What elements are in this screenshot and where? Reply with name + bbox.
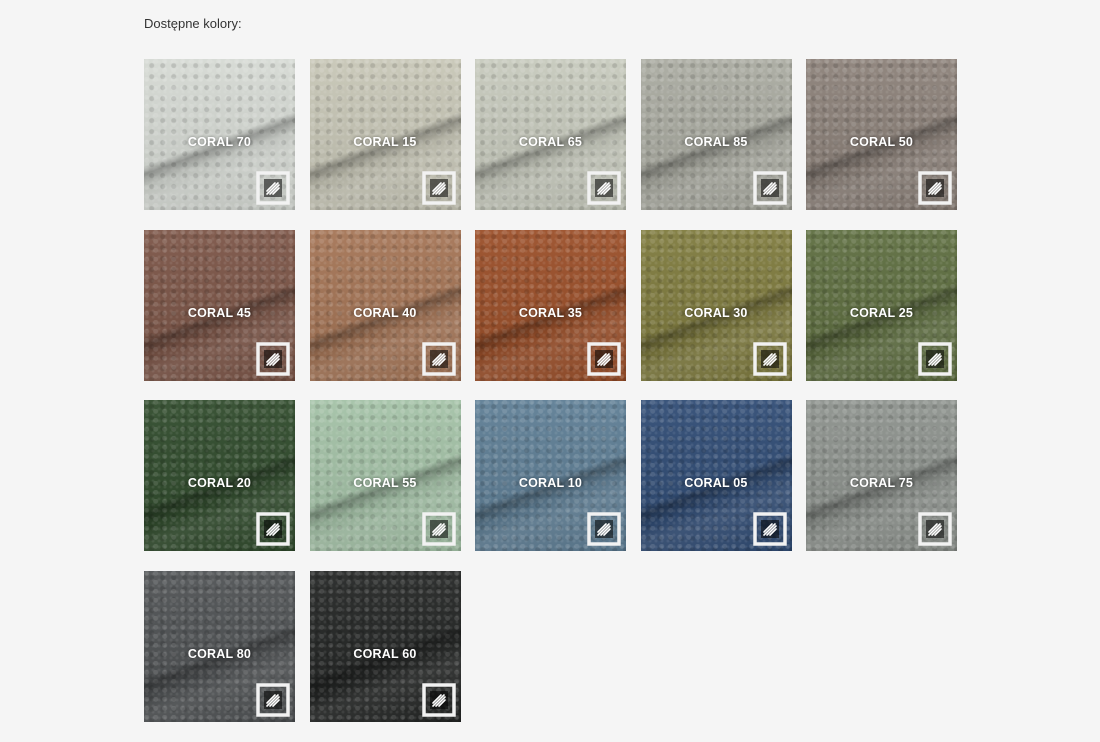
swatch-name: CORAL 40 xyxy=(353,305,417,320)
color-swatch[interactable]: CORAL 75 xyxy=(806,400,957,551)
color-swatch[interactable]: CORAL 25 xyxy=(806,229,957,381)
swatch-name: CORAL 35 xyxy=(518,305,583,320)
fabric-texture-icon xyxy=(587,341,621,376)
fabric-texture-icon xyxy=(421,682,456,717)
fabric-texture-icon xyxy=(918,171,952,205)
fabric-texture-icon xyxy=(421,171,456,205)
color-swatch[interactable]: CORAL 65 xyxy=(475,59,626,210)
swatch-name: CORAL 45 xyxy=(187,305,252,320)
color-swatch[interactable]: CORAL 50 xyxy=(806,59,957,210)
color-swatch[interactable]: CORAL 40 xyxy=(309,229,461,381)
swatch-name: CORAL 65 xyxy=(518,135,583,149)
fabric-texture-icon xyxy=(256,682,290,717)
color-swatch[interactable]: CORAL 35 xyxy=(475,229,626,381)
fabric-texture-icon xyxy=(421,512,456,546)
color-swatch[interactable]: CORAL 05 xyxy=(640,400,792,551)
color-swatch[interactable]: CORAL 20 xyxy=(144,400,295,551)
fabric-texture-icon xyxy=(752,512,787,546)
fabric-texture-icon xyxy=(256,171,290,205)
swatch-name: CORAL 60 xyxy=(353,646,417,661)
available-colors-label: Dostępne kolory: xyxy=(144,16,242,31)
color-swatch[interactable]: CORAL 60 xyxy=(309,570,461,722)
color-swatch[interactable]: CORAL 85 xyxy=(640,59,792,210)
swatch-name: CORAL 05 xyxy=(684,476,748,490)
color-swatch[interactable]: CORAL 70 xyxy=(144,59,295,210)
color-swatch[interactable]: CORAL 55 xyxy=(309,400,461,551)
fabric-texture-icon xyxy=(587,512,621,546)
fabric-texture-icon xyxy=(752,341,787,376)
swatch-name: CORAL 30 xyxy=(684,305,748,320)
fabric-texture-icon xyxy=(918,512,952,546)
color-swatch[interactable]: CORAL 45 xyxy=(144,229,295,381)
fabric-texture-icon xyxy=(918,341,952,376)
fabric-texture-icon xyxy=(421,341,456,376)
swatch-name: CORAL 80 xyxy=(187,646,252,661)
swatch-name: CORAL 10 xyxy=(518,476,583,490)
swatch-name: CORAL 25 xyxy=(849,305,914,320)
color-swatch[interactable]: CORAL 15 xyxy=(309,59,461,210)
swatch-name: CORAL 75 xyxy=(849,476,914,490)
color-swatch-grid: CORAL 70 CORAL 15 CORAL 65 CORAL 85 CORAL 50… xyxy=(144,59,957,722)
fabric-texture-icon xyxy=(256,512,290,546)
color-swatch[interactable]: CORAL 10 xyxy=(475,400,626,551)
fabric-texture-icon xyxy=(256,341,290,376)
swatch-name: CORAL 70 xyxy=(187,135,252,149)
swatch-name: CORAL 15 xyxy=(353,135,417,149)
swatch-name: CORAL 20 xyxy=(187,476,252,490)
swatch-name: CORAL 55 xyxy=(353,476,417,490)
color-swatch[interactable]: CORAL 80 xyxy=(144,570,295,722)
swatch-name: CORAL 85 xyxy=(684,135,748,149)
swatch-name: CORAL 50 xyxy=(849,135,914,149)
fabric-texture-icon xyxy=(587,171,621,205)
color-swatch[interactable]: CORAL 30 xyxy=(640,229,792,381)
fabric-texture-icon xyxy=(752,171,787,205)
